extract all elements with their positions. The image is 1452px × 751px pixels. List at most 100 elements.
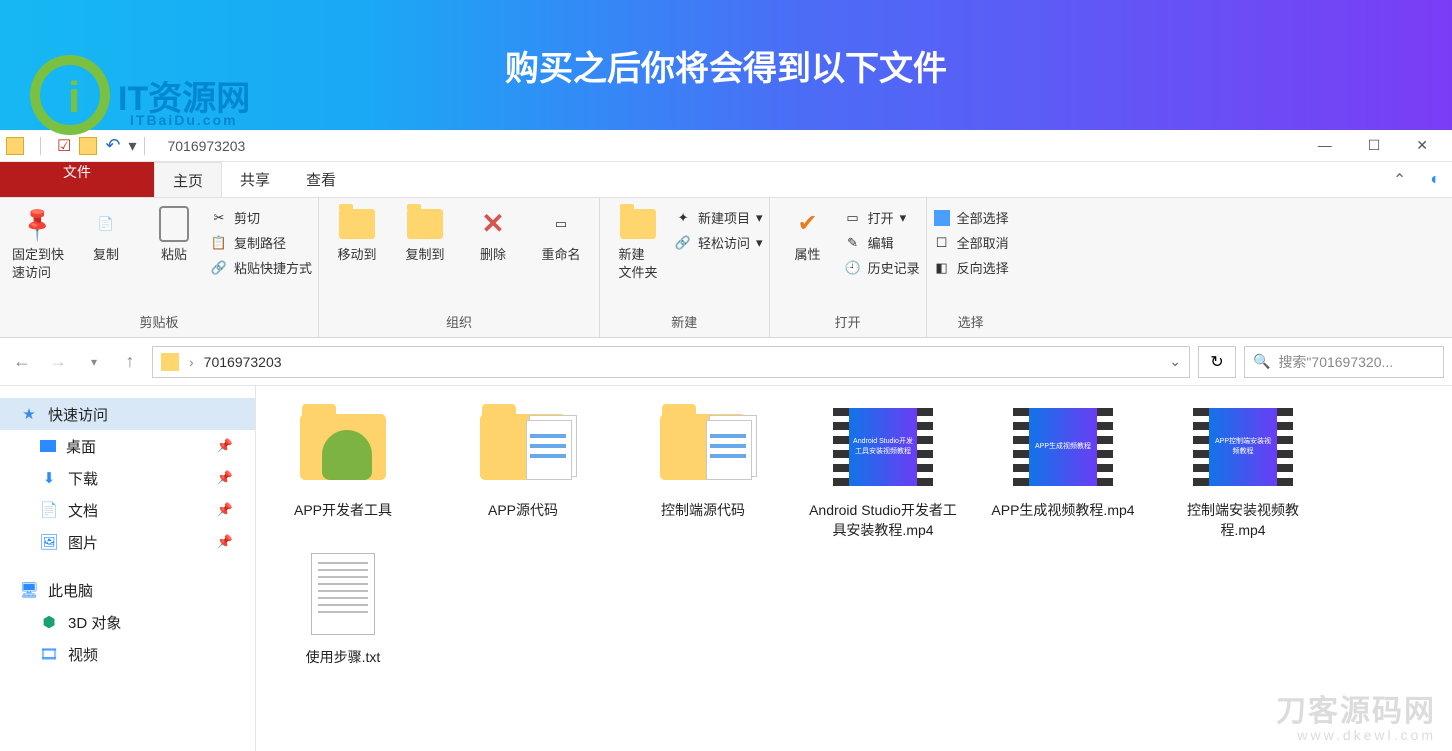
copy-path-button[interactable]: 📋复制路径 (210, 233, 312, 252)
address-bar-row: ← → ▾ ↑ › 7016973203 ⌄ ↻ 🔍 搜索"701697320.… (0, 338, 1452, 386)
watermark-url: www.dkewl.com (1276, 728, 1436, 743)
cut-button[interactable]: ✂剪切 (210, 208, 312, 227)
maximize-button[interactable]: ☐ (1368, 137, 1381, 154)
banner-headline: 购买之后你将会得到以下文件 (505, 41, 947, 90)
address-bar[interactable]: › 7016973203 ⌄ (152, 346, 1190, 378)
new-item-button[interactable]: ✦新建项目 ▾ (674, 208, 763, 227)
edit-button[interactable]: ✎编辑 (844, 233, 920, 252)
video-thumbnail: Android Studio开发工具安装视频教程 (833, 408, 933, 486)
easy-access-icon: 🔗 (674, 234, 692, 252)
nav-videos[interactable]: 🎞视频 (0, 638, 255, 670)
back-button[interactable]: ← (8, 348, 36, 376)
rename-button[interactable]: ▭重命名 (529, 202, 593, 264)
tab-file[interactable]: 文件 (0, 162, 154, 197)
quick-access-toolbar: ☑ ↶ ▾ (6, 135, 136, 156)
qat-dropdown-icon[interactable]: ▾ (128, 136, 136, 156)
refresh-button[interactable]: ↻ (1198, 346, 1236, 378)
nav-pictures[interactable]: 🖼图片📌 (0, 526, 255, 558)
pin-icon: 📌 (217, 470, 233, 486)
select-none-button[interactable]: ☐全部取消 (933, 233, 1009, 252)
history-button[interactable]: 🕘历史记录 (844, 258, 920, 277)
copy-to-button[interactable]: 复制到 (393, 202, 457, 264)
search-box[interactable]: 🔍 搜索"701697320... (1244, 346, 1444, 378)
invert-selection-button[interactable]: ◧反向选择 (933, 258, 1009, 277)
file-list: APP开发者工具 APP源代码 控制端源代码 Android Studio开发工… (256, 386, 1452, 751)
logo-subtext: ITBaiDu.com (130, 112, 238, 128)
chevron-down-icon: ▾ (900, 210, 907, 226)
open-icon: ▭ (844, 209, 862, 227)
cube-icon: ⬢ (40, 613, 58, 631)
file-name: APP源代码 (488, 500, 558, 520)
select-all-icon (934, 210, 950, 226)
promo-banner: IT资源网 ITBaiDu.com 购买之后你将会得到以下文件 (0, 0, 1452, 130)
nav-3d-objects[interactable]: ⬢3D 对象 (0, 606, 255, 638)
copy-button[interactable]: 📄复制 (74, 202, 138, 264)
undo-icon[interactable]: ↶ (105, 135, 120, 156)
nav-quick-access[interactable]: ★快速访问 (0, 398, 255, 430)
copy-icon: 📄 (88, 206, 124, 242)
watermark: 刀客源码网 www.dkewl.com (1276, 695, 1436, 743)
paste-shortcut-button[interactable]: 🔗粘贴快捷方式 (210, 258, 312, 277)
text-file-icon (311, 553, 375, 635)
nav-documents[interactable]: 📄文档📌 (0, 494, 255, 526)
up-button[interactable]: ↑ (116, 348, 144, 376)
pc-icon: 🖥 (20, 581, 38, 599)
star-icon: ★ (20, 405, 38, 423)
shortcut-icon: 🔗 (210, 259, 228, 277)
recent-locations-button[interactable]: ▾ (80, 348, 108, 376)
check-icon: ✔ (798, 207, 818, 241)
desktop-icon (40, 440, 56, 452)
search-placeholder: 搜索"701697320... (1278, 352, 1393, 372)
file-name: 控制端安装视频教程.mp4 (1166, 500, 1320, 541)
history-icon: 🕘 (844, 259, 862, 277)
group-label: 新建 (606, 308, 763, 337)
close-button[interactable]: ✕ (1416, 137, 1428, 154)
paste-button[interactable]: 粘贴 (142, 202, 206, 264)
file-item[interactable]: APP生成视频教程 APP生成视频教程.mp4 (986, 404, 1140, 541)
breadcrumb[interactable]: 7016973203 (204, 354, 282, 370)
invert-icon: ◧ (933, 259, 951, 277)
file-item[interactable]: APP开发者工具 (266, 404, 420, 541)
properties-button[interactable]: ✔属性 (776, 202, 840, 264)
file-item[interactable]: APP控制端安装视频教程 控制端安装视频教程.mp4 (1166, 404, 1320, 541)
ribbon-tabs: 文件 主页 共享 查看 ⌃ ◐ (0, 162, 1452, 198)
tab-view[interactable]: 查看 (288, 162, 354, 197)
nav-downloads[interactable]: ⬇下载📌 (0, 462, 255, 494)
ribbon-collapse-icon[interactable]: ⌃ (1381, 162, 1418, 197)
path-icon: 📋 (210, 234, 228, 252)
logo-icon (30, 55, 110, 135)
nav-desktop[interactable]: 桌面📌 (0, 430, 255, 462)
easy-access-button[interactable]: 🔗轻松访问 ▾ (674, 233, 763, 252)
clipboard-icon (159, 206, 189, 242)
file-item[interactable]: Android Studio开发工具安装视频教程 Android Studio开… (806, 404, 960, 541)
watermark-brand: 刀客源码网 (1276, 695, 1436, 728)
checkbox-icon[interactable]: ☑ (57, 136, 71, 156)
minimize-button[interactable]: — (1318, 137, 1332, 154)
help-icon[interactable]: ◐ (1418, 162, 1452, 197)
tab-share[interactable]: 共享 (222, 162, 288, 197)
file-name: Android Studio开发者工具安装教程.mp4 (806, 500, 960, 541)
tab-home[interactable]: 主页 (154, 162, 222, 197)
group-label: 剪贴板 (6, 308, 312, 337)
group-label: 选择 (933, 308, 1009, 337)
forward-button[interactable]: → (44, 348, 72, 376)
window-controls: — ☐ ✕ (1318, 137, 1446, 154)
nav-this-pc[interactable]: 🖥此电脑 (0, 574, 255, 606)
new-item-icon: ✦ (674, 209, 692, 227)
delete-button[interactable]: ✕删除 (461, 202, 525, 264)
move-to-button[interactable]: 移动到 (325, 202, 389, 264)
file-item[interactable]: 控制端源代码 (626, 404, 780, 541)
folder-icon (620, 209, 656, 239)
pin-to-quick-access-button[interactable]: 📌固定到快 速访问 (6, 202, 70, 282)
file-item[interactable]: 使用步骤.txt (266, 551, 420, 667)
download-icon: ⬇ (40, 469, 58, 487)
select-all-button[interactable]: 全部选择 (933, 208, 1009, 227)
folder-icon (161, 353, 179, 371)
video-icon: 🎞 (40, 645, 58, 663)
chevron-down-icon[interactable]: ⌄ (1169, 353, 1181, 370)
file-item[interactable]: APP源代码 (446, 404, 600, 541)
folder-icon (407, 209, 443, 239)
open-button[interactable]: ▭打开 ▾ (844, 208, 920, 227)
folder-icon[interactable] (79, 137, 97, 155)
new-folder-button[interactable]: 新建 文件夹 (606, 202, 670, 282)
